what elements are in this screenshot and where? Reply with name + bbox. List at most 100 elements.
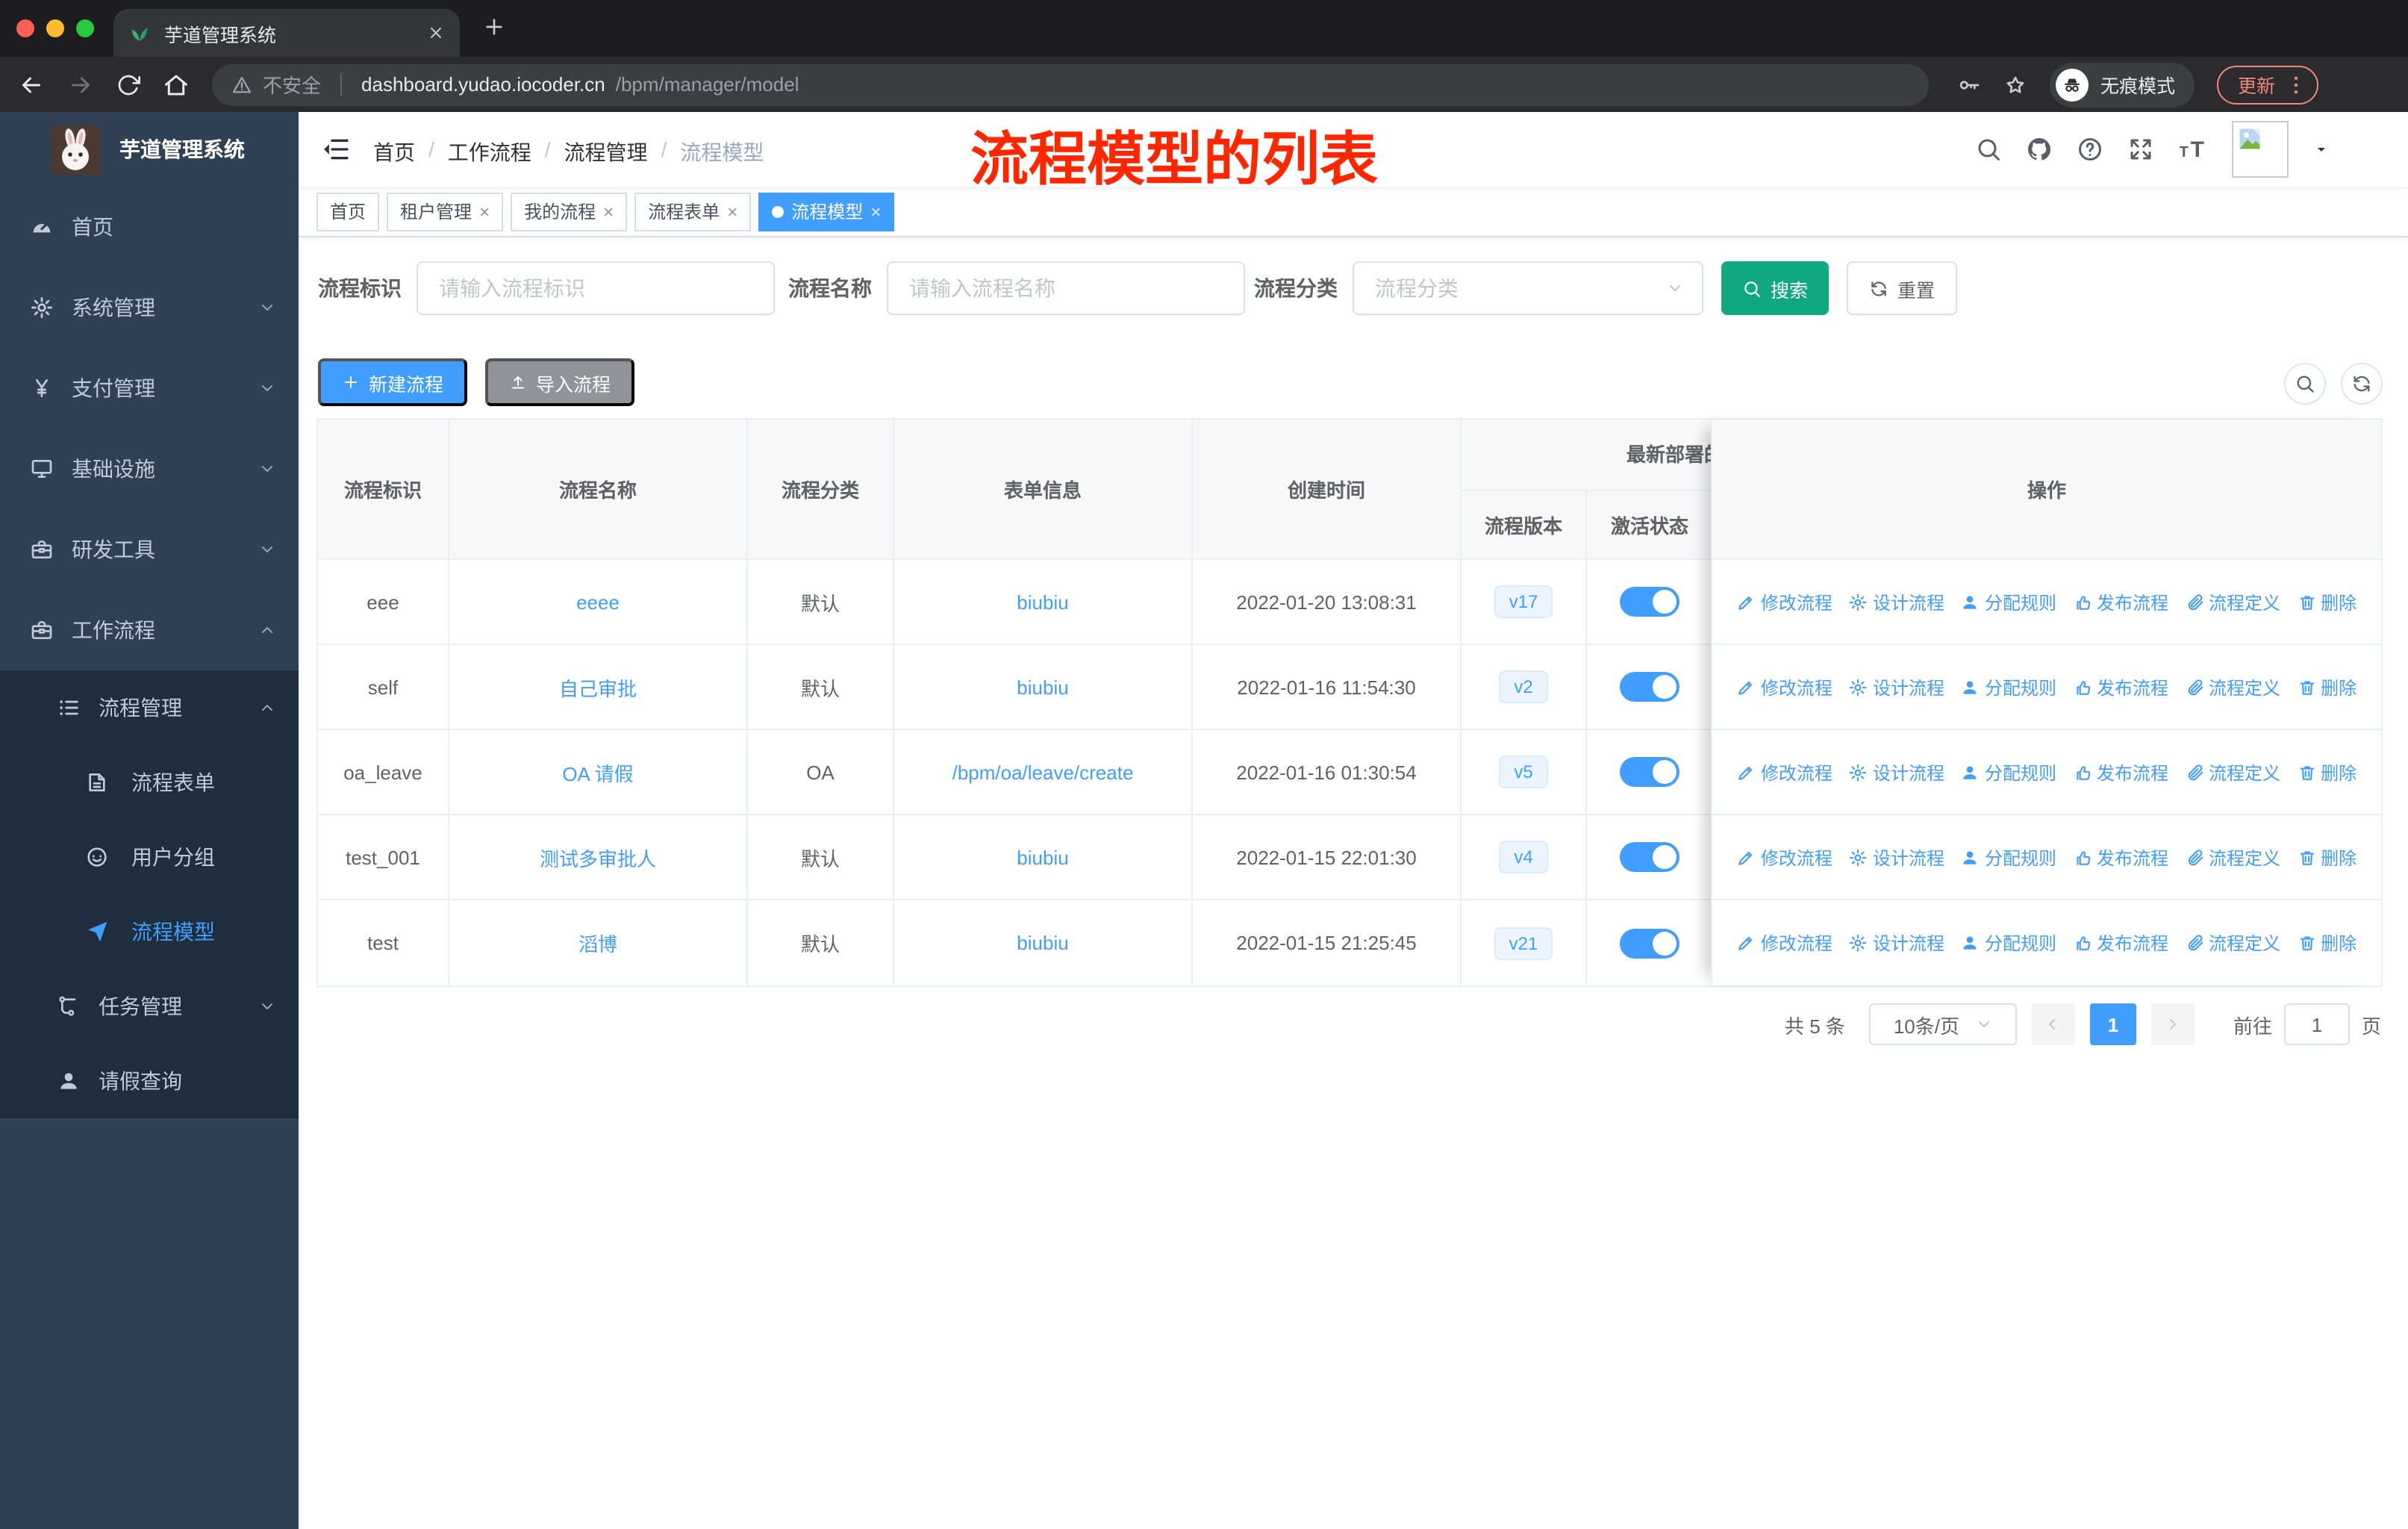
action-modify[interactable]: 修改流程: [1737, 674, 1832, 700]
browser-tab[interactable]: 芋道管理系统: [113, 9, 460, 57]
active-toggle[interactable]: [1620, 757, 1679, 787]
tag-close-icon[interactable]: ×: [603, 201, 614, 222]
process-name-link[interactable]: 测试多审批人: [540, 843, 656, 871]
form-link[interactable]: biubiu: [1017, 932, 1068, 954]
active-toggle[interactable]: [1620, 672, 1679, 702]
action-modify[interactable]: 修改流程: [1737, 759, 1832, 785]
action-delete[interactable]: 删除: [2297, 589, 2356, 614]
action-design[interactable]: 设计流程: [1849, 674, 1944, 700]
form-link[interactable]: biubiu: [1017, 676, 1068, 698]
action-assign-rule[interactable]: 分配规则: [1961, 674, 2056, 700]
action-modify[interactable]: 修改流程: [1737, 589, 1832, 614]
process-name-link[interactable]: 自己审批: [559, 673, 637, 701]
breadcrumb-workflow[interactable]: 工作流程: [448, 137, 531, 167]
action-definition[interactable]: 流程定义: [2185, 589, 2280, 614]
tag-tenant[interactable]: 租户管理 ×: [387, 192, 504, 231]
form-link[interactable]: /bpm/oa/leave/create: [952, 761, 1134, 783]
create-process-button[interactable]: 新建流程: [318, 358, 468, 406]
process-name-link[interactable]: 滔博: [578, 929, 617, 957]
sidebar-item-pay[interactable]: 支付管理: [0, 348, 299, 429]
next-page-button[interactable]: [2150, 1003, 2195, 1045]
sidebar-fold-icon[interactable]: [321, 134, 351, 164]
help-icon[interactable]: [2077, 136, 2103, 163]
action-assign-rule[interactable]: 分配规则: [1961, 759, 2056, 785]
process-name-link[interactable]: eeee: [576, 591, 620, 613]
action-definition[interactable]: 流程定义: [2185, 674, 2280, 700]
sidebar-item-leave-query[interactable]: 请假查询: [0, 1044, 299, 1118]
action-publish[interactable]: 发布流程: [2073, 844, 2168, 870]
back-icon[interactable]: [18, 71, 45, 98]
action-assign-rule[interactable]: 分配规则: [1961, 844, 2056, 870]
form-link[interactable]: biubiu: [1017, 846, 1068, 868]
active-toggle[interactable]: [1620, 928, 1679, 958]
action-modify[interactable]: 修改流程: [1737, 930, 1832, 956]
sidebar-item-infra[interactable]: 基础设施: [0, 429, 299, 509]
tab-close-icon[interactable]: [427, 24, 445, 42]
fullscreen-icon[interactable]: [2127, 136, 2154, 163]
sidebar-item-home[interactable]: 首页: [0, 187, 299, 267]
action-publish[interactable]: 发布流程: [2073, 674, 2168, 700]
sidebar-item-system[interactable]: 系统管理: [0, 267, 299, 348]
action-delete[interactable]: 删除: [2297, 759, 2356, 785]
action-publish[interactable]: 发布流程: [2073, 930, 2168, 956]
action-publish[interactable]: 发布流程: [2073, 589, 2168, 614]
window-zoom-button[interactable]: [76, 19, 94, 37]
sidebar-item-process-form[interactable]: 流程表单: [0, 745, 299, 820]
action-delete[interactable]: 删除: [2297, 674, 2356, 700]
new-tab-button[interactable]: [482, 15, 506, 39]
action-design[interactable]: 设计流程: [1849, 930, 1944, 956]
action-assign-rule[interactable]: 分配规则: [1961, 589, 2056, 614]
avatar-caret-icon[interactable]: [2312, 140, 2330, 158]
refresh-table-button[interactable]: [2341, 363, 2383, 405]
tag-close-icon[interactable]: ×: [870, 201, 881, 222]
action-definition[interactable]: 流程定义: [2185, 930, 2280, 956]
action-design[interactable]: 设计流程: [1849, 589, 1944, 614]
avatar[interactable]: [2232, 121, 2289, 178]
process-name-input[interactable]: [887, 261, 1245, 315]
tag-process-model[interactable]: 流程模型 ×: [758, 192, 895, 231]
action-assign-rule[interactable]: 分配规则: [1961, 930, 2056, 956]
bookmark-star-icon[interactable]: [2003, 72, 2027, 96]
toggle-search-button[interactable]: [2284, 363, 2326, 405]
action-design[interactable]: 设计流程: [1849, 759, 1944, 785]
window-close-button[interactable]: [16, 19, 34, 37]
process-name-link[interactable]: OA 请假: [562, 758, 633, 786]
current-page[interactable]: 1: [2089, 1003, 2136, 1045]
browser-update-button[interactable]: 更新: [2217, 65, 2319, 104]
forward-icon[interactable]: [67, 71, 94, 98]
tag-close-icon[interactable]: ×: [727, 201, 737, 222]
sidebar-item-workflow[interactable]: 工作流程: [0, 590, 299, 670]
action-publish[interactable]: 发布流程: [2073, 759, 2168, 785]
breadcrumb-process-manage[interactable]: 流程管理: [564, 137, 648, 167]
action-definition[interactable]: 流程定义: [2185, 844, 2280, 870]
tag-process-form[interactable]: 流程表单 ×: [634, 192, 752, 231]
sidebar-item-task-manage[interactable]: 任务管理: [0, 969, 299, 1044]
tag-my-process[interactable]: 我的流程 ×: [511, 192, 628, 231]
sidebar-item-process-manage[interactable]: 流程管理: [0, 670, 299, 745]
address-bar[interactable]: 不安全 dashboard.yudao.iocoder.cn/bpm/manag…: [212, 63, 1929, 105]
active-toggle[interactable]: [1620, 842, 1679, 872]
action-definition[interactable]: 流程定义: [2185, 759, 2280, 785]
action-modify[interactable]: 修改流程: [1737, 844, 1832, 870]
page-size-select[interactable]: 10条/页: [1868, 1003, 2017, 1045]
browser-menu-kebab-icon[interactable]: [2284, 72, 2308, 96]
github-icon[interactable]: [2026, 136, 2053, 163]
breadcrumb-home[interactable]: 首页: [373, 137, 415, 167]
action-delete[interactable]: 删除: [2297, 930, 2356, 956]
active-toggle[interactable]: [1620, 587, 1679, 617]
tag-close-icon[interactable]: ×: [479, 201, 490, 222]
reload-icon[interactable]: [116, 72, 140, 96]
category-select[interactable]: 流程分类: [1353, 261, 1703, 315]
sidebar-item-process-model[interactable]: 流程模型: [0, 894, 299, 969]
tag-home[interactable]: 首页: [316, 192, 380, 231]
prev-page-button[interactable]: [2031, 1003, 2075, 1045]
home-icon[interactable]: [163, 71, 190, 98]
search-button[interactable]: 搜索: [1721, 261, 1830, 315]
action-delete[interactable]: 删除: [2297, 844, 2356, 870]
font-size-icon[interactable]: [2178, 134, 2208, 164]
goto-page-input[interactable]: [2283, 1003, 2350, 1045]
window-minimize-button[interactable]: [46, 19, 64, 37]
sidebar-item-user-group[interactable]: 用户分组: [0, 820, 299, 894]
import-process-button[interactable]: 导入流程: [485, 358, 635, 406]
process-key-input[interactable]: [417, 261, 775, 315]
